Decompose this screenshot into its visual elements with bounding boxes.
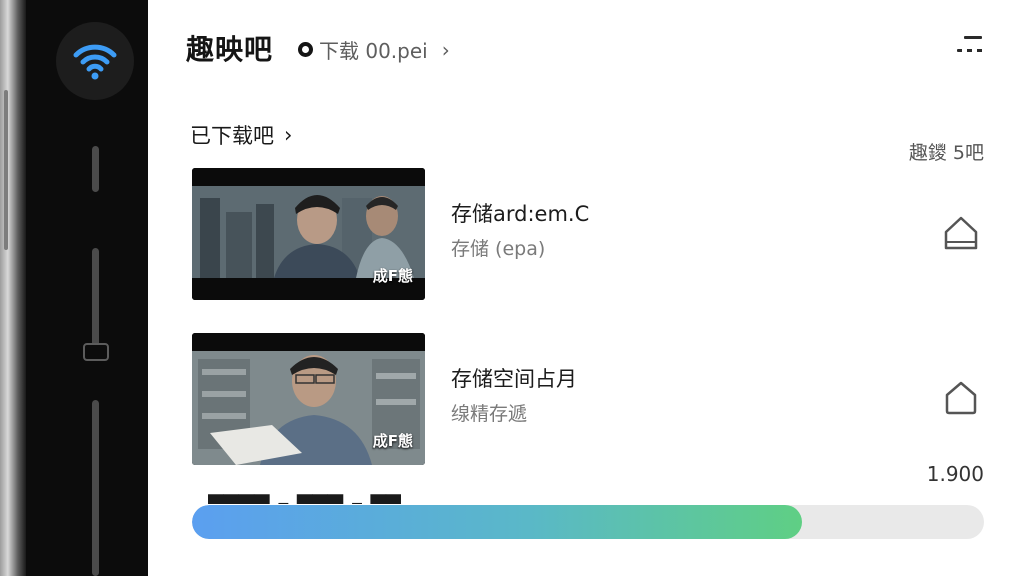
item-action-button[interactable] (940, 212, 982, 254)
chevron-right-icon: › (441, 37, 450, 62)
app-title: 趣映吧 (186, 33, 274, 66)
home-icon (944, 216, 978, 250)
pentagon-icon (945, 381, 977, 415)
storage-progress-fill (192, 505, 802, 539)
video-thumbnail[interactable]: 成F態 (192, 168, 425, 300)
section-label: 已下载吧 (190, 124, 274, 148)
record-dot-icon (298, 42, 313, 57)
main-panel: 趣映吧 下载 00.pei › 已下载吧 › 趣鑁 5吧 成F態 存储ard:e… (148, 0, 1024, 576)
chevron-right-icon: › (284, 123, 293, 147)
list-item[interactable]: 成F態 存储空间占月 缐精存遞 (192, 333, 982, 465)
breadcrumb-label: 下载 00.pei (319, 39, 428, 63)
breadcrumb[interactable]: 下载 00.pei › (298, 35, 450, 64)
wifi-icon (73, 44, 117, 80)
menu-icon-dots (957, 49, 983, 52)
menu-button[interactable] (954, 32, 986, 60)
storage-value: 1.900 (926, 462, 984, 486)
list-item[interactable]: 成F態 存储ard:em.C 存储 (epa) (192, 168, 982, 300)
slider-track-segment (92, 400, 99, 576)
thumbnail-caption: 成F態 (372, 432, 413, 450)
slider-track-segment (92, 248, 99, 358)
slider-handle[interactable] (83, 343, 109, 361)
menu-icon (964, 36, 982, 39)
item-subtitle: 缐精存遞 (451, 403, 528, 425)
item-subtitle: 存储 (epa) (451, 238, 546, 260)
slider-track-segment (92, 146, 99, 192)
device-edge (0, 0, 26, 576)
downloaded-section-link[interactable]: 已下载吧 › (190, 120, 292, 150)
section-count: 趣鑁 5吧 (908, 142, 984, 164)
thumbnail-caption: 成F態 (372, 267, 413, 285)
video-thumbnail[interactable]: 成F態 (192, 333, 425, 465)
wifi-button[interactable] (56, 22, 134, 100)
storage-progress-bar (192, 505, 984, 539)
item-title: 存储空间占月 (451, 367, 577, 391)
storage-label-partial: ████ ▪ ███ ▪ ██ (208, 492, 401, 504)
item-title: 存储ard:em.C (451, 202, 590, 226)
item-action-button[interactable] (940, 377, 982, 419)
side-panel (0, 0, 148, 576)
